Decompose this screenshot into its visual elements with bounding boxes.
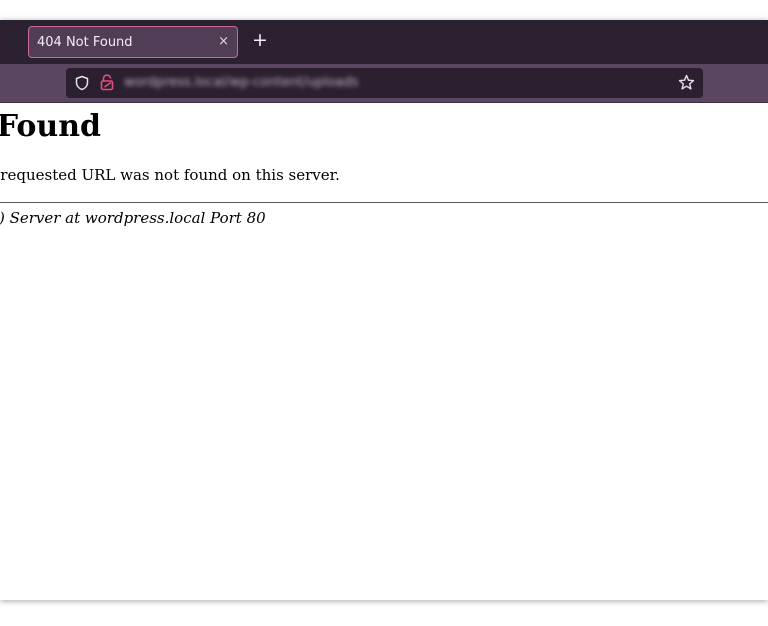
url-text[interactable]: wordpress.local/wp-content/uploads	[124, 75, 358, 90]
lock-icon[interactable]	[100, 74, 114, 91]
close-icon[interactable]: ×	[218, 34, 229, 49]
server-signature: Apache/2.4.41 (Ubuntu) Server at wordpre…	[0, 209, 266, 227]
star-icon[interactable]	[678, 74, 695, 91]
error-message: The requested URL was not found on this …	[0, 166, 340, 184]
horizontal-rule	[0, 202, 768, 203]
new-tab-button[interactable]: +	[252, 29, 268, 51]
tab-bar: 404 Not Found × +	[0, 20, 768, 64]
tab-404-not-found[interactable]: 404 Not Found ×	[28, 26, 238, 58]
navigation-toolbar: wordpress.local/wp-content/uploads	[0, 64, 768, 103]
tab-title: 404 Not Found	[37, 35, 133, 50]
shield-icon[interactable]	[74, 75, 90, 91]
page-title: Not Found	[0, 109, 102, 144]
browser-window: 404 Not Found × + wordpress.local/wp-con…	[0, 20, 768, 600]
page-content: Not Found The requested URL was not foun…	[0, 103, 768, 600]
url-bar[interactable]: wordpress.local/wp-content/uploads	[66, 68, 703, 98]
